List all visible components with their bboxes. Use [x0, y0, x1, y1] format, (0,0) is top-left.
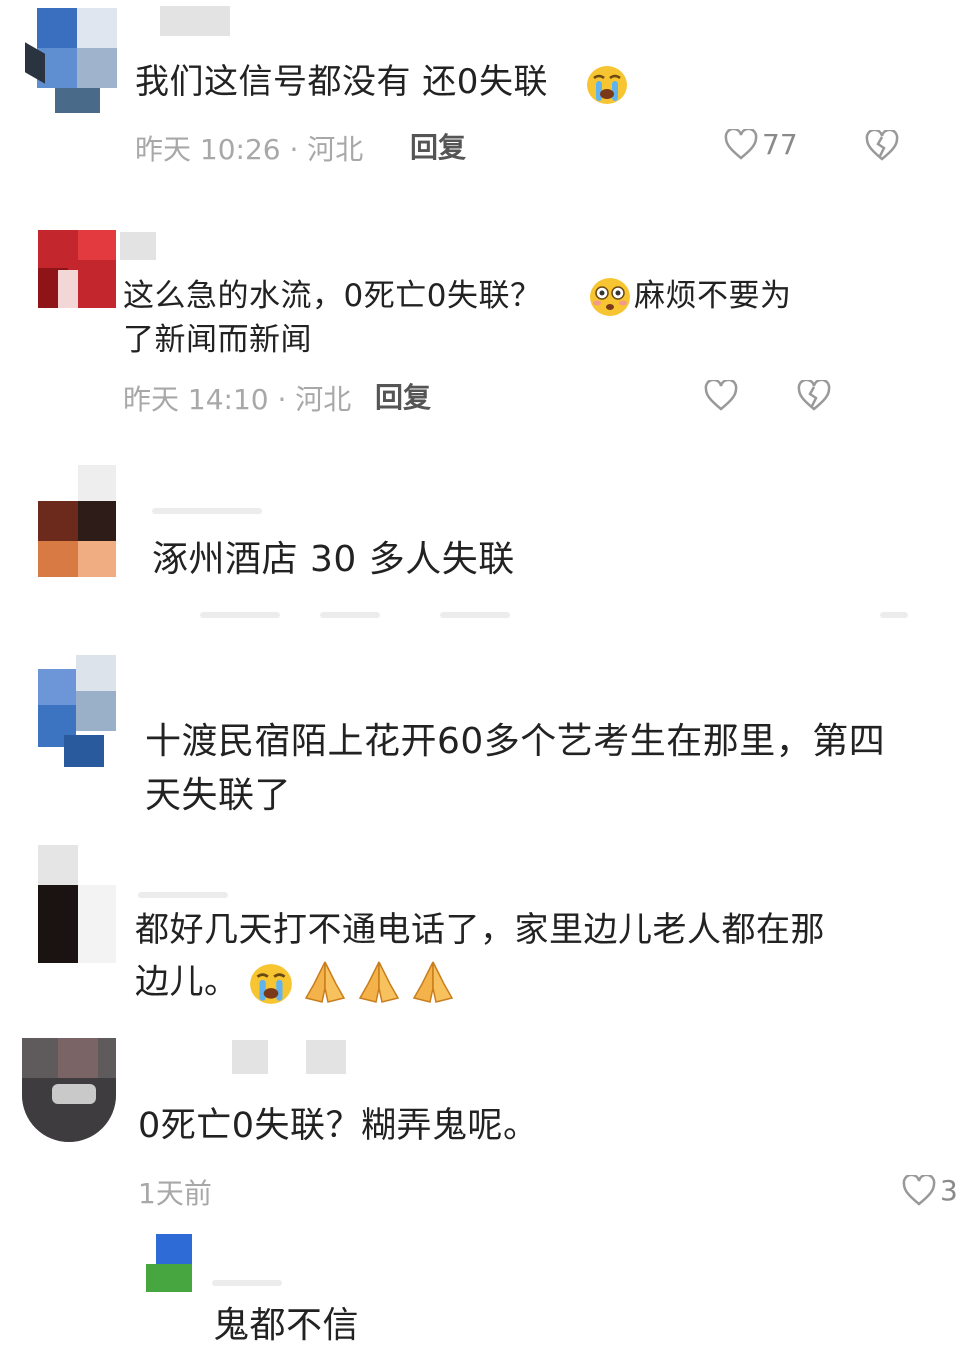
broken-heart-icon[interactable] [864, 130, 900, 162]
like-button[interactable]: 77 [724, 128, 798, 161]
username-redacted[interactable] [306, 1040, 346, 1074]
reply-button[interactable]: 回复 [375, 376, 431, 416]
folded-hands-emoji [300, 958, 350, 1010]
avatar[interactable] [38, 230, 116, 308]
avatar[interactable] [34, 655, 116, 767]
avatar[interactable] [25, 8, 117, 113]
username-redacted[interactable] [138, 892, 228, 898]
like-count: 77 [762, 128, 798, 161]
meta-redacted [880, 612, 908, 618]
username-redacted[interactable] [160, 6, 230, 36]
folded-hands-emoji [408, 958, 458, 1010]
heart-icon[interactable] [704, 380, 738, 412]
comment-7-reply: 鬼都不信 [0, 1232, 960, 1362]
comment-text-line1: 十渡民宿陌上花开60多个艺考生在那里，第四 [145, 721, 886, 762]
comment-time: 1天前 [138, 1177, 212, 1210]
folded-hands-emoji [354, 958, 404, 1010]
flushed-face-emoji [588, 276, 632, 322]
reply-button[interactable]: 回复 [410, 126, 466, 166]
username-redacted[interactable] [152, 508, 262, 514]
comment-time-location: 昨天 14:10 · 河北 [123, 383, 352, 416]
avatar[interactable] [38, 465, 116, 577]
avatar[interactable] [22, 1038, 116, 1142]
username-redacted[interactable] [212, 1280, 282, 1286]
meta-redacted [200, 612, 280, 618]
comment-text-line1b: 麻烦不要为 [634, 278, 792, 314]
meta-redacted [320, 612, 380, 618]
like-count: 3 [940, 1174, 958, 1207]
comment-text-line2: 天失联了 [145, 775, 292, 816]
username-redacted[interactable] [120, 232, 156, 260]
heart-icon [724, 128, 758, 160]
avatar[interactable] [34, 845, 116, 963]
comment-text-line2: 了新闻而新闻 [123, 322, 312, 358]
comment-2: 这么急的水流，0死亡0失联？ 麻烦不要为 了新闻而新闻 昨天 14:10 · 河… [0, 220, 960, 440]
comment-4: 十渡民宿陌上花开60多个艺考生在那里，第四 天失联了 [0, 650, 960, 830]
comment-text: 我们这信号都没有 还0失联 [135, 62, 548, 102]
comment-3: 涿州酒店 30 多人失联 [0, 460, 960, 630]
crying-face-emoji [585, 64, 629, 110]
like-button[interactable]: 3 [902, 1174, 958, 1207]
comment-1: 我们这信号都没有 还0失联 昨天 10:26 · 河北 回复 77 [0, 0, 960, 200]
comment-5: 都好几天打不通电话了，家里边儿老人都在那 边儿。 [0, 840, 960, 1030]
comment-text-line1: 这么急的水流，0死亡0失联？ [123, 278, 542, 314]
username-redacted[interactable] [232, 1040, 268, 1074]
comment-text: 涿州酒店 30 多人失联 [152, 539, 515, 580]
meta-redacted [440, 612, 510, 618]
comment-text: 鬼都不信 [213, 1305, 360, 1346]
broken-heart-icon[interactable] [796, 380, 832, 412]
comment-time-location: 昨天 10:26 · 河北 [135, 133, 364, 166]
comment-text: 0死亡0失联？糊弄鬼呢。 [138, 1106, 539, 1146]
comment-6: 0死亡0失联？糊弄鬼呢。 1天前 3 [0, 1030, 960, 1230]
comment-text-line2: 边儿。 [135, 962, 239, 1002]
avatar[interactable] [146, 1234, 192, 1292]
comment-text-line1: 都好几天打不通电话了，家里边儿老人都在那 [135, 910, 825, 950]
crying-face-emoji [248, 962, 294, 1010]
heart-icon [902, 1174, 936, 1206]
